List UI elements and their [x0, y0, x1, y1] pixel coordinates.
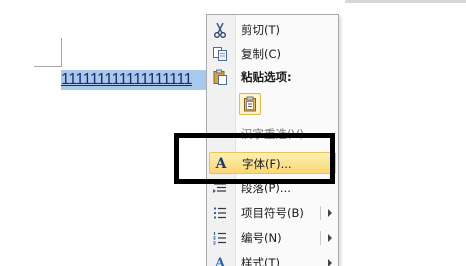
- scissors-icon: [211, 21, 229, 39]
- crop-mark-horizontal: [34, 66, 62, 67]
- menu-label-paste-options: 粘贴选项:: [241, 70, 292, 84]
- crop-mark-vertical: [61, 38, 62, 66]
- menu-item-styles[interactable]: A 样式(T): [209, 252, 336, 266]
- chevron-right-icon[interactable]: [328, 209, 332, 217]
- bullets-split-divider: [320, 206, 321, 220]
- menu-item-copy[interactable]: 复制(C): [209, 43, 336, 65]
- menu-header-paste-options: 粘贴选项:: [209, 66, 336, 88]
- numbering-icon: [211, 229, 229, 247]
- menu-item-cut[interactable]: 剪切(T): [209, 19, 336, 41]
- paste-keep-text-icon[interactable]: [239, 93, 261, 115]
- numbering-split-divider: [320, 231, 321, 245]
- menu-label-copy: 复制(C): [241, 47, 282, 61]
- ribbon-edge: [345, 0, 466, 3]
- paste-icon: [211, 68, 229, 86]
- menu-label-numbering: 编号(N): [241, 231, 282, 245]
- menu-label-styles: 样式(T): [241, 256, 280, 266]
- selected-text[interactable]: 111111111111111111: [61, 70, 207, 90]
- menu-item-bullets[interactable]: 项目符号(B): [209, 202, 336, 224]
- menu-item-numbering[interactable]: 编号(N): [209, 227, 336, 249]
- menu-label-cut: 剪切(T): [241, 23, 280, 37]
- chevron-right-icon[interactable]: [328, 234, 332, 242]
- annotation-highlight-box: [174, 133, 335, 184]
- copy-icon: [211, 45, 229, 63]
- chevron-right-icon[interactable]: [328, 259, 332, 266]
- styles-icon: A: [214, 255, 226, 266]
- bullets-icon: [211, 204, 229, 222]
- menu-label-bullets: 项目符号(B): [241, 206, 304, 220]
